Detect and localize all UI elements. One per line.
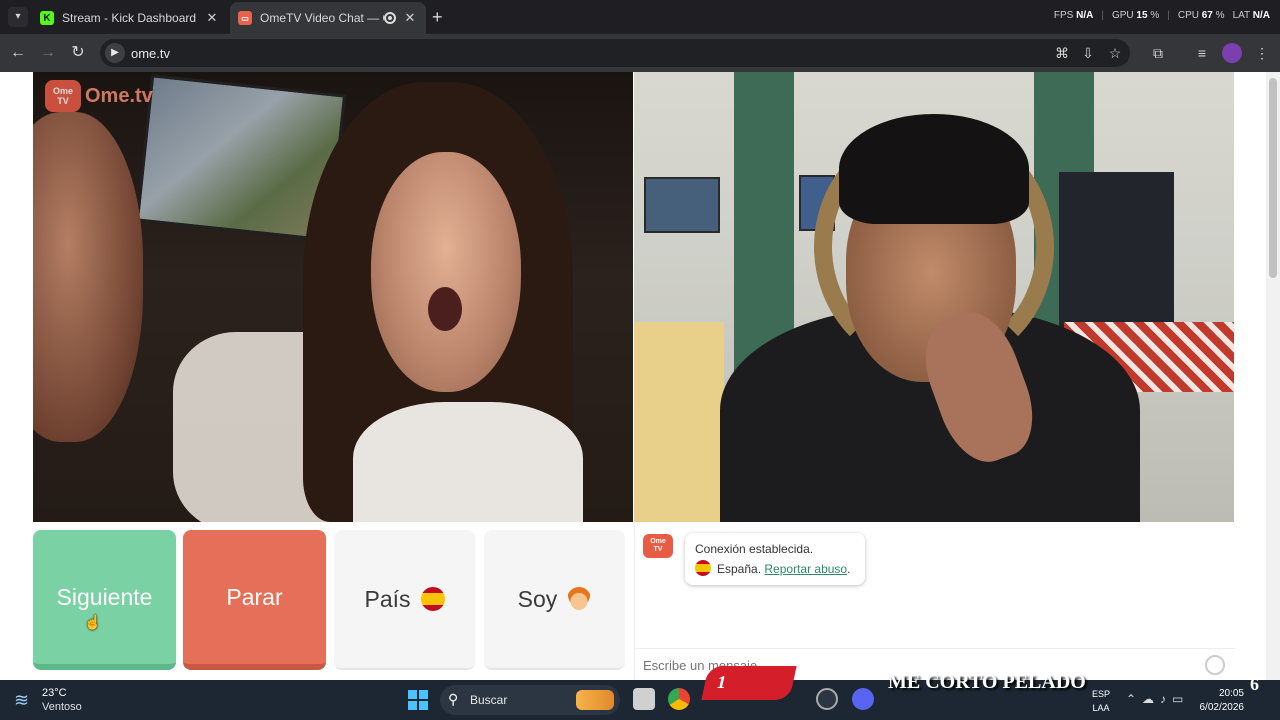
obs-icon[interactable]	[816, 688, 838, 710]
discord-icon[interactable]	[852, 688, 874, 710]
wall-poster	[644, 177, 720, 233]
stream-badge: 1	[701, 666, 797, 700]
close-icon[interactable]: ✕	[204, 10, 220, 26]
omnibox[interactable]: ▶ ome.tv	[100, 39, 1130, 67]
system-message: Conexión establecida. España. Reportar a…	[685, 533, 865, 585]
fps-value: N/A	[1076, 10, 1094, 21]
ometv-icon: ▭	[238, 11, 252, 25]
close-icon[interactable]: ✕	[402, 10, 418, 26]
next-button[interactable]: Siguiente	[33, 530, 176, 670]
stranger-video: Ome TV Ome.tv	[33, 72, 633, 522]
tab-kick-dashboard[interactable]: K Stream - Kick Dashboard ✕	[32, 2, 228, 34]
spain-flag-icon	[695, 560, 711, 576]
taskbar-search[interactable]: ⚲ Buscar	[440, 685, 620, 715]
stream-corner-number: 6	[1250, 674, 1259, 694]
cpu-unit: %	[1215, 10, 1225, 21]
address-bar: ← → ↻ ▶ ome.tv ⌘ ⇩ ☆ ⧉ ≡ ⋮	[0, 34, 1280, 72]
start-button[interactable]	[408, 690, 428, 710]
chrome-icon[interactable]	[668, 688, 690, 710]
tab-title: OmeTV Video Chat — Ome	[260, 11, 384, 25]
ometv-chat-icon: Ome TV	[643, 534, 673, 558]
gpu-unit: %	[1150, 10, 1160, 21]
bookshelf	[1059, 172, 1174, 332]
profile-avatar[interactable]	[1222, 43, 1242, 63]
system-tray-icons[interactable]: ⌃☁♪▭	[1126, 692, 1189, 706]
lat-label: LAT	[1232, 10, 1250, 21]
person-face	[371, 152, 521, 392]
translate-icon[interactable]: ⌘	[1052, 43, 1072, 63]
stream-banner-text: ME CORTO PELADO	[888, 671, 1086, 693]
task-view-icon[interactable]	[633, 688, 655, 710]
gpu-value: 15	[1136, 10, 1148, 21]
windows-taskbar: ≋ 23°C Ventoso ⚲ Buscar ESP LAA ⌃☁♪▭ 20:…	[0, 680, 1280, 720]
tab-search-button[interactable]: ▾	[8, 7, 28, 27]
logo-text: Ome.tv	[85, 84, 153, 107]
stranger-country: España.	[717, 562, 762, 576]
stop-button[interactable]: Parar	[183, 530, 326, 670]
search-icon: ⚲	[448, 691, 459, 707]
tab-ometv[interactable]: ▭ OmeTV Video Chat — Ome ✕	[230, 2, 426, 34]
lat-value: N/A	[1252, 10, 1270, 21]
recording-icon	[384, 12, 396, 24]
wind-weather-icon[interactable]: ≋	[14, 690, 29, 711]
search-label: Buscar	[470, 693, 508, 707]
chat-panel: Ome TV Conexión establecida. España. Rep…	[634, 522, 1235, 680]
reload-icon[interactable]: ↻	[68, 43, 88, 63]
tab-strip: ▾ K Stream - Kick Dashboard ✕ ▭ OmeTV Vi…	[0, 0, 1280, 34]
fps-label: FPS	[1053, 10, 1074, 21]
person-mouth	[428, 287, 462, 331]
page-scrollbar[interactable]	[1266, 72, 1280, 680]
kick-icon: K	[40, 11, 54, 25]
country-selector-button[interactable]: País	[334, 530, 475, 670]
connection-status: Conexión establecida.	[695, 542, 814, 556]
person-shirt	[353, 402, 583, 522]
ometv-page: Ome TV Ome.tv Siguiente Parar País Soy ☝	[0, 72, 1280, 680]
new-tab-button[interactable]: +	[432, 7, 443, 28]
tab-title: Stream - Kick Dashboard	[62, 11, 197, 25]
bed	[634, 322, 724, 522]
person-left	[33, 112, 143, 442]
report-abuse-link[interactable]: Reportar abuso	[764, 562, 847, 576]
site-info-icon[interactable]: ▶	[105, 43, 125, 63]
cpu-label: CPU	[1177, 10, 1199, 21]
forward-arrow-icon[interactable]: →	[38, 43, 58, 63]
weather-temperature[interactable]: 23°C	[42, 687, 67, 699]
boy-emoji-icon	[567, 587, 592, 611]
input-language[interactable]: ESP LAA	[1092, 687, 1110, 715]
self-video	[634, 72, 1234, 522]
spain-flag-icon	[420, 587, 445, 611]
logo-badge: Ome TV	[45, 80, 81, 112]
install-app-icon[interactable]: ⇩	[1078, 43, 1098, 63]
gpu-label: GPU	[1111, 10, 1134, 21]
emoji-picker-icon[interactable]	[1205, 655, 1225, 675]
scroll-thumb[interactable]	[1269, 78, 1277, 278]
hand-cursor-icon: ☝	[84, 614, 102, 630]
url-text[interactable]: ome.tv	[131, 46, 170, 61]
taskbar-clock[interactable]: 20:05 6/02/2026	[1196, 687, 1245, 715]
search-highlight-image	[576, 690, 614, 710]
person-hair	[839, 114, 1029, 224]
more-menu-icon[interactable]: ⋮	[1252, 43, 1272, 63]
cpu-value: 67	[1201, 10, 1213, 21]
bookmark-star-icon[interactable]: ☆	[1105, 43, 1125, 63]
gender-selector-button[interactable]: Soy	[484, 530, 625, 670]
back-arrow-icon[interactable]: ←	[8, 43, 28, 63]
ometv-logo: Ome TV Ome.tv	[45, 80, 153, 112]
performance-overlay: FPS N/A | GPU 15 % | CPU 67 % LAT N/A	[1053, 10, 1270, 21]
media-control-icon[interactable]: ≡	[1192, 43, 1212, 63]
weather-description[interactable]: Ventoso	[42, 701, 82, 713]
extensions-icon[interactable]: ⧉	[1148, 43, 1168, 63]
